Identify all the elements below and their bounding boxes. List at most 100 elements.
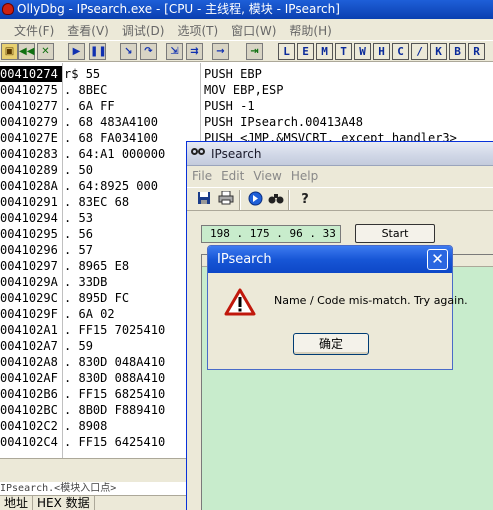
disasm-hex: . 895D FC [64, 290, 200, 306]
disasm-hex-value: 55 [85, 67, 101, 81]
toolbar-memory-button[interactable]: M [316, 43, 333, 60]
disasm-address: 00410274 [0, 66, 62, 82]
toolbar-windows-button[interactable]: W [354, 43, 371, 60]
toolbar-separator [288, 190, 290, 210]
toolbar-breakpoints-button[interactable]: B [449, 43, 466, 60]
disasm-instruction: PUSH IPsearch.00413A48 [204, 115, 363, 129]
go-to-origin-icon[interactable]: ⇥ [246, 43, 263, 60]
pause-icon[interactable]: ❚❚ [89, 43, 107, 60]
disasm-address: 00410283 [0, 147, 58, 161]
toolbar-patches-button[interactable]: / [411, 43, 428, 60]
disasm-hex: . 56 [64, 226, 200, 242]
disasm-marker: . [64, 339, 72, 353]
disasm-address: 00410291 [0, 195, 58, 209]
disasm-hex-value: 64:8925 000 [78, 179, 158, 193]
disasm-hex-value: 56 [78, 227, 93, 241]
toolbar-references-button[interactable]: R [468, 43, 485, 60]
menu-file[interactable]: 文件(F) [0, 19, 61, 39]
restart-icon[interactable]: ◀◀ [18, 43, 35, 60]
disasm-hex-value: 83EC 68 [78, 195, 130, 209]
dump-header-address[interactable]: 地址 [0, 496, 34, 510]
disasm-address: 004102C2 [0, 419, 58, 433]
disasm-hex: . 57 [64, 242, 200, 258]
disasm-hex: . 6A FF [64, 98, 200, 114]
disasm-address: 004102B6 [0, 387, 58, 401]
disasm-hex: r$ 55 [64, 66, 200, 82]
horizontal-scrollbar[interactable] [0, 458, 190, 482]
open-icon[interactable]: ▣ [1, 43, 18, 60]
menu-help[interactable]: 帮助(H) [283, 19, 338, 39]
disasm-instruction: PUSH EBP [204, 67, 262, 81]
close-button[interactable]: ✕ [427, 249, 448, 270]
disasm-hex: . 53 [64, 210, 200, 226]
disasm-address: 00410297 [0, 259, 58, 273]
trace-into-icon[interactable]: ⇲ [166, 43, 183, 60]
disasm-address: 0041029A [0, 275, 58, 289]
ok-button[interactable]: 确定 [293, 333, 369, 355]
disasm-marker: . [64, 211, 72, 225]
disasm-row[interactable]: 00410279. 68 483A4100 PUSH IPsearch.00413… [0, 114, 493, 130]
run-icon[interactable]: ▶ [68, 43, 85, 60]
disasm-hex-value: 8B0D F889410 [78, 403, 166, 417]
disasm-address: 004102AF [0, 371, 58, 385]
disasm-hex: . 59 [64, 338, 200, 354]
disasm-marker: . [64, 355, 72, 369]
toolbar-log-button[interactable]: L [278, 43, 295, 60]
disasm-marker: . [64, 131, 72, 145]
ipsearch-menu-edit[interactable]: Edit [216, 167, 248, 183]
disasm-instruction: MOV EBP,ESP [204, 83, 284, 97]
disasm-hex: . 68 483A4100 [64, 114, 200, 130]
disasm-address: 004102C4 [0, 435, 58, 449]
toolbar-callstack-button[interactable]: K [430, 43, 447, 60]
step-over-icon[interactable]: ↷ [140, 43, 157, 60]
disasm-hex: . 64:8925 000 [64, 178, 200, 194]
disasm-hex-value: 830D 088A410 [78, 371, 166, 385]
disasm-marker: . [64, 435, 72, 449]
disasm-address: 00410289 [0, 163, 58, 177]
disasm-hex-value: 6A FF [78, 99, 115, 113]
disasm-marker: . [64, 387, 72, 401]
save-icon[interactable] [195, 191, 213, 209]
menu-options[interactable]: 选项(T) [171, 19, 225, 39]
menu-window[interactable]: 窗口(W) [225, 19, 283, 39]
print-icon[interactable] [217, 190, 235, 209]
close-program-icon[interactable]: ✕ [37, 43, 54, 60]
ipsearch-menu-help[interactable]: Help [286, 167, 322, 183]
disasm-row[interactable]: 00410277. 6A FF PUSH -1 [0, 98, 493, 114]
disasm-hex-value: 59 [78, 339, 93, 353]
disasm-address: 00410296 [0, 243, 58, 257]
dump-header-hex[interactable]: HEX 数据 [33, 496, 95, 510]
disasm-hex: . 8BEC [64, 82, 200, 98]
find-icon[interactable] [267, 191, 285, 209]
toolbar-cpu-button[interactable]: C [392, 43, 409, 60]
ollydbg-titlebar[interactable]: OllyDbg - IPsearch.exe - [CPU - 主线程, 模块 … [0, 0, 493, 19]
go-icon[interactable] [246, 191, 264, 209]
disasm-address: 004102A1 [0, 323, 58, 337]
disasm-address: 0041028A [0, 179, 58, 193]
disasm-row[interactable]: 00410274 r$ 55 PUSH EBP [0, 66, 493, 82]
toolbar-handles-button[interactable]: H [373, 43, 390, 60]
disasm-hex-value: 53 [78, 211, 93, 225]
ipsearch-menu-file[interactable]: File [187, 167, 216, 183]
ollydbg-title-text: OllyDbg - IPsearch.exe - [CPU - 主线程, 模块 … [17, 2, 340, 16]
execute-till-return-icon[interactable]: → [212, 43, 229, 60]
trace-over-icon[interactable]: ⇉ [186, 43, 203, 60]
toolbar-executables-button[interactable]: E [297, 43, 314, 60]
disasm-address: 0041029C [0, 291, 58, 305]
help-icon[interactable]: ? [296, 191, 314, 209]
menu-debug[interactable]: 调试(D) [116, 19, 172, 39]
disasm-marker: . [64, 243, 72, 257]
menu-view[interactable]: 查看(V) [61, 19, 116, 39]
disasm-hex-value: 8965 E8 [78, 259, 130, 273]
disasm-hex-value: 64:A1 000000 [78, 147, 166, 161]
disasm-marker: . [64, 163, 72, 177]
disasm-hex: . 83EC 68 [64, 194, 200, 210]
ip-address-field[interactable]: 198 . 175 . 96 . 33 [201, 225, 341, 243]
start-button[interactable]: Start [355, 224, 435, 243]
ipsearch-menu-view[interactable]: View [248, 167, 285, 183]
ipsearch-titlebar[interactable]: IPsearch [187, 142, 493, 166]
dialog-titlebar[interactable]: IPsearch [208, 246, 452, 273]
disasm-row[interactable]: 00410275. 8BEC MOV EBP,ESP [0, 82, 493, 98]
toolbar-threads-button[interactable]: T [335, 43, 352, 60]
step-into-icon[interactable]: ↘ [120, 43, 137, 60]
